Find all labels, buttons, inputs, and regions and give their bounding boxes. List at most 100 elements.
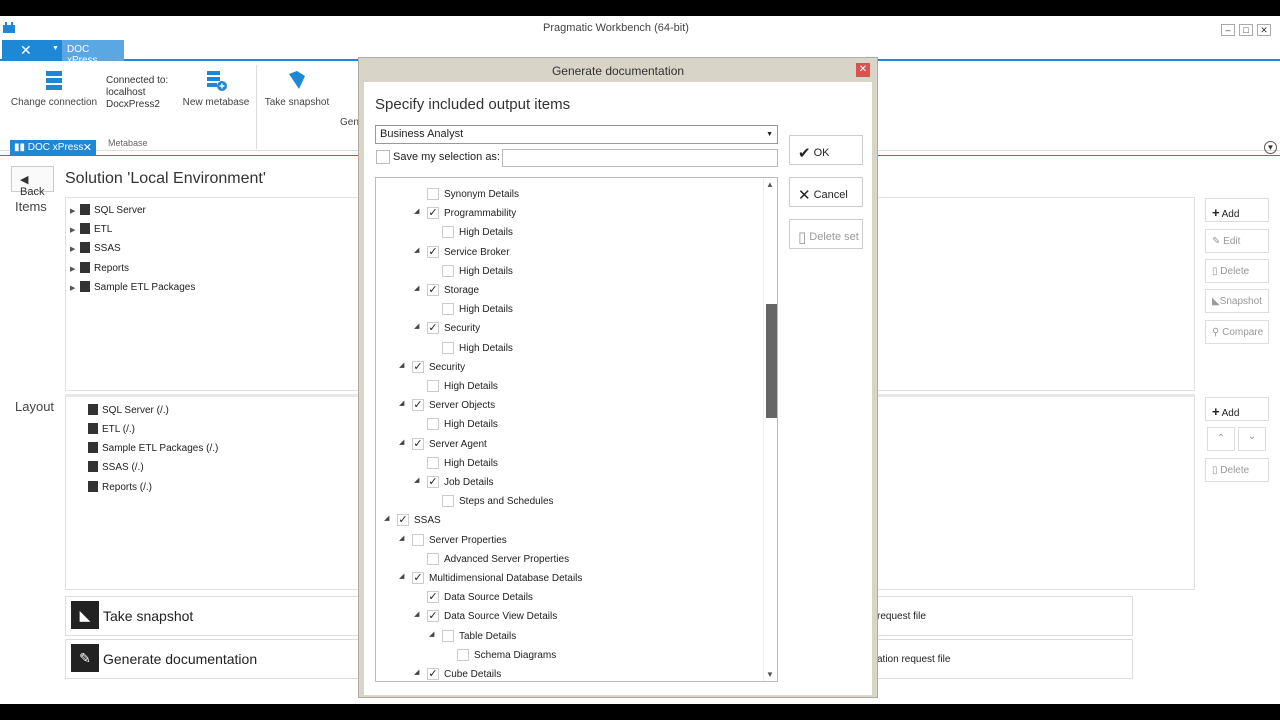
option-checkbox[interactable]: ✓ xyxy=(427,284,439,296)
option-checkbox[interactable]: ✓ xyxy=(427,476,439,488)
expand-toggle-icon[interactable]: ◢ xyxy=(414,207,419,215)
layout-item[interactable]: SSAS (/.) xyxy=(88,461,144,473)
expand-toggle-icon[interactable]: ◢ xyxy=(399,361,404,369)
expand-icon[interactable]: ▶ xyxy=(70,226,80,234)
save-selection-input[interactable] xyxy=(502,149,778,167)
ribbon-tab-docxpress[interactable]: DOC xPress xyxy=(62,40,124,66)
output-items-tree: Synonym Details ◢ ✓ Programmability High Det… xyxy=(375,177,778,682)
item-ssas[interactable]: ▶ SSAS xyxy=(70,242,121,254)
generate-ribbon-button[interactable]: Gen xyxy=(340,117,360,128)
option-checkbox[interactable]: ✓ xyxy=(412,437,424,450)
item-reports[interactable]: ▶ Reports xyxy=(70,262,129,274)
items-snapshot-button[interactable]: ◣Snapshot xyxy=(1205,289,1269,313)
delete-set-button[interactable]: ▯ Delete set xyxy=(789,219,863,249)
option-checkbox[interactable] xyxy=(442,226,454,239)
chevron-down-icon: ▼ xyxy=(52,45,59,52)
item-sql-server[interactable]: ▶ SQL Server xyxy=(70,204,146,216)
expand-toggle-icon[interactable]: ◢ xyxy=(399,534,404,542)
option-label: Server Properties xyxy=(429,534,507,546)
expand-toggle-icon[interactable]: ◢ xyxy=(414,610,419,618)
option-checkbox[interactable] xyxy=(427,456,439,469)
option-checkbox[interactable] xyxy=(427,380,439,392)
expand-icon[interactable]: ▶ xyxy=(70,265,80,273)
option-checkbox[interactable] xyxy=(442,303,454,316)
layout-item[interactable]: ETL (/.) xyxy=(88,423,135,435)
option-checkbox[interactable]: ✓ xyxy=(412,360,424,373)
move-up-button[interactable]: ⌃ xyxy=(1207,427,1235,451)
preset-select[interactable]: Business Analyst ▼ xyxy=(375,125,778,144)
expand-icon[interactable]: ▶ xyxy=(70,284,80,292)
close-window-button[interactable]: ✕ xyxy=(1257,24,1271,36)
option-checkbox[interactable]: ✓ xyxy=(427,322,439,335)
pencil-icon: ✎ xyxy=(1212,236,1224,247)
save-selection-checkbox[interactable] xyxy=(376,150,390,164)
item-etl[interactable]: ▶ ETL xyxy=(70,223,112,235)
expand-toggle-icon[interactable]: ◢ xyxy=(384,514,389,522)
tree-scrollbar[interactable]: ▲ ▼ xyxy=(763,178,777,681)
layout-add-button[interactable]: + Add xyxy=(1205,397,1269,421)
expand-toggle-icon[interactable]: ◢ xyxy=(414,246,419,254)
new-metabase-button[interactable]: New metabase xyxy=(180,69,252,108)
option-label: Server Objects xyxy=(429,400,496,412)
collapse-ribbon-icon[interactable]: ▼ xyxy=(1264,141,1277,154)
items-add-button[interactable]: + Add xyxy=(1205,198,1269,222)
scroll-up-icon[interactable]: ▲ xyxy=(766,180,774,189)
items-edit-button[interactable]: ✎ Edit xyxy=(1205,229,1269,253)
option-checkbox[interactable]: ✓ xyxy=(412,399,424,412)
document-tab-docxpress[interactable]: ▮▮ DOC xPress ✕ xyxy=(10,140,96,156)
layout-item[interactable]: SQL Server (/.) xyxy=(88,404,169,416)
option-checkbox[interactable] xyxy=(427,418,439,431)
option-checkbox[interactable]: ✓ xyxy=(412,572,424,584)
option-label: High Details xyxy=(459,304,513,316)
option-checkbox[interactable] xyxy=(457,648,469,661)
expand-toggle-icon[interactable]: ◢ xyxy=(399,399,404,407)
expand-toggle-icon[interactable]: ◢ xyxy=(414,322,419,330)
expand-toggle-icon[interactable]: ◢ xyxy=(399,438,404,446)
option-checkbox[interactable] xyxy=(442,341,454,354)
document-icon xyxy=(88,423,98,434)
option-checkbox[interactable]: ✓ xyxy=(427,591,439,604)
option-checkbox[interactable]: ✓ xyxy=(427,610,439,623)
option-checkbox[interactable] xyxy=(442,495,454,508)
expand-toggle-icon[interactable]: ◢ xyxy=(414,476,419,484)
minimize-button[interactable]: – xyxy=(1221,24,1235,36)
take-snapshot-ribbon-button[interactable]: Take snapshot xyxy=(262,69,332,108)
option-checkbox[interactable] xyxy=(427,552,439,565)
layout-item[interactable]: Sample ETL Packages (/.) xyxy=(88,442,218,454)
items-compare-button[interactable]: ⚲ Compare xyxy=(1205,320,1269,344)
option-checkbox[interactable]: ✓ xyxy=(427,245,439,258)
cancel-button[interactable]: ✕ Cancel xyxy=(789,177,863,207)
layout-delete-button[interactable]: ▯ Delete xyxy=(1205,458,1269,482)
items-delete-button[interactable]: ▯ Delete xyxy=(1205,259,1269,283)
scroll-down-icon[interactable]: ▼ xyxy=(766,670,774,679)
expand-icon[interactable]: ▶ xyxy=(70,245,80,253)
change-connection-button[interactable]: Change connection xyxy=(10,69,98,108)
app-menu-button[interactable]: ✕ ▼ xyxy=(2,40,62,61)
maximize-button[interactable]: □ xyxy=(1239,24,1253,36)
move-down-button[interactable]: ⌄ xyxy=(1238,427,1266,451)
close-tab-icon[interactable]: ✕ xyxy=(83,141,92,154)
option-checkbox[interactable] xyxy=(442,629,454,642)
option-checkbox[interactable]: ✓ xyxy=(397,514,409,527)
ok-button[interactable]: ✔ OK xyxy=(789,135,863,165)
scroll-thumb[interactable] xyxy=(766,304,777,418)
expand-toggle-icon[interactable]: ◢ xyxy=(399,572,404,580)
option-checkbox[interactable]: ✓ xyxy=(427,207,439,220)
option-label: Cube Details xyxy=(444,669,502,680)
option-checkbox[interactable] xyxy=(412,533,424,546)
back-button[interactable]: ◀ Back xyxy=(11,166,54,198)
dialog-body: Specify included output items Business A… xyxy=(364,82,872,695)
option-checkbox[interactable] xyxy=(442,264,454,277)
snapshot-icon xyxy=(289,71,305,89)
option-checkbox[interactable] xyxy=(427,188,439,200)
item-sample-etl-packages[interactable]: ▶ Sample ETL Packages xyxy=(70,281,195,293)
expand-toggle-icon[interactable]: ◢ xyxy=(414,284,419,292)
dialog-close-icon[interactable]: ✕ xyxy=(856,63,870,77)
option-checkbox[interactable]: ✓ xyxy=(427,668,439,680)
expand-toggle-icon[interactable]: ◢ xyxy=(414,668,419,676)
expand-toggle-icon[interactable]: ◢ xyxy=(429,630,434,638)
generate-documentation-text: Generate documentation xyxy=(103,651,258,667)
edit-label: Edit xyxy=(1223,236,1241,247)
layout-item[interactable]: Reports (/.) xyxy=(88,481,152,493)
expand-icon[interactable]: ▶ xyxy=(70,207,80,215)
